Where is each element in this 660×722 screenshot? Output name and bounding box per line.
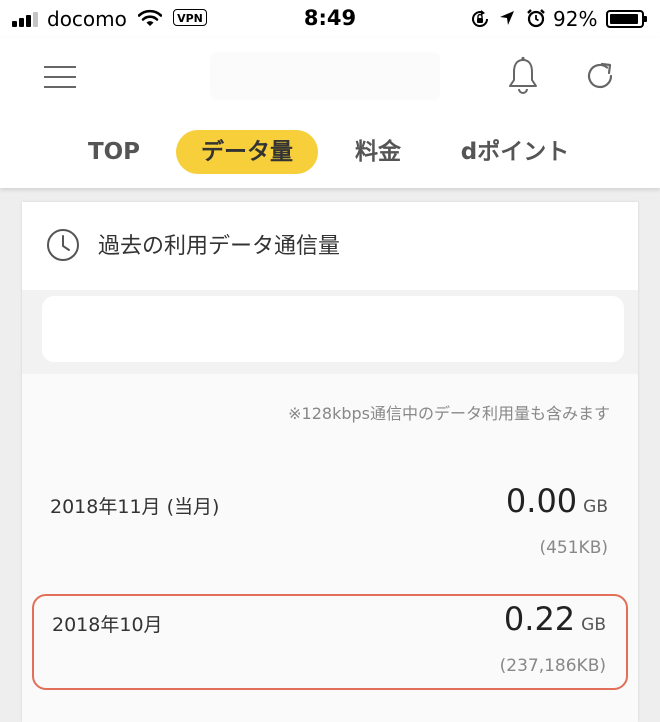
tab-top[interactable]: TOP bbox=[72, 130, 156, 174]
rotation-lock-icon bbox=[472, 10, 489, 28]
usage-row[interactable]: 2018年11月 (当月) 0.00 GB (451KB) bbox=[32, 478, 628, 574]
bell-icon bbox=[509, 56, 537, 94]
header-logo-area bbox=[210, 52, 440, 100]
usage-bytes: (451KB) bbox=[539, 538, 608, 558]
tab-data-usage[interactable]: データ量 bbox=[176, 130, 318, 174]
usage-unit: GB bbox=[581, 615, 606, 635]
data-history-card: 過去の利用データ通信量 ※128kbps通信中のデータ利用量も含みます 2018… bbox=[22, 202, 638, 722]
usage-bytes: (237,186KB) bbox=[499, 656, 606, 676]
period-selector-area bbox=[22, 290, 638, 374]
carrier-name: docomo bbox=[47, 7, 127, 31]
wifi-icon bbox=[138, 9, 162, 26]
usage-note: ※128kbps通信中のデータ利用量も含みます bbox=[288, 404, 610, 423]
hamburger-menu-icon bbox=[44, 66, 76, 68]
reload-button[interactable] bbox=[580, 56, 620, 96]
usage-value: 0.22 bbox=[503, 600, 576, 638]
usage-unit: GB bbox=[583, 497, 608, 517]
usage-value: 0.00 bbox=[505, 482, 578, 520]
reload-icon bbox=[587, 62, 613, 89]
notifications-button[interactable] bbox=[502, 54, 544, 96]
tab-d-point[interactable]: dポイント bbox=[440, 130, 590, 174]
battery-percent: 92% bbox=[553, 7, 598, 31]
card-header: 過去の利用データ通信量 bbox=[22, 202, 638, 290]
period-selector[interactable] bbox=[42, 296, 624, 362]
alarm-icon bbox=[527, 9, 545, 28]
tab-bar: TOP データ量 料金 dポイント bbox=[0, 130, 660, 174]
app-header: TOP データ量 料金 dポイント bbox=[0, 38, 660, 188]
tab-fee[interactable]: 料金 bbox=[340, 130, 416, 174]
clock-icon bbox=[47, 229, 79, 261]
battery-level bbox=[610, 14, 638, 24]
location-icon bbox=[500, 11, 514, 25]
menu-button[interactable] bbox=[38, 56, 84, 96]
battery-icon bbox=[606, 10, 647, 28]
usage-month: 2018年11月 (当月) bbox=[50, 496, 220, 518]
usage-month: 2018年10月 bbox=[52, 614, 163, 636]
card-title: 過去の利用データ通信量 bbox=[98, 234, 341, 259]
status-bar: docomo VPN 8:49 92% bbox=[0, 0, 660, 38]
signal-icon bbox=[12, 11, 42, 27]
vpn-icon: VPN bbox=[173, 9, 207, 26]
usage-row-highlighted[interactable]: 2018年10月 0.22 GB (237,186KB) bbox=[32, 594, 628, 690]
